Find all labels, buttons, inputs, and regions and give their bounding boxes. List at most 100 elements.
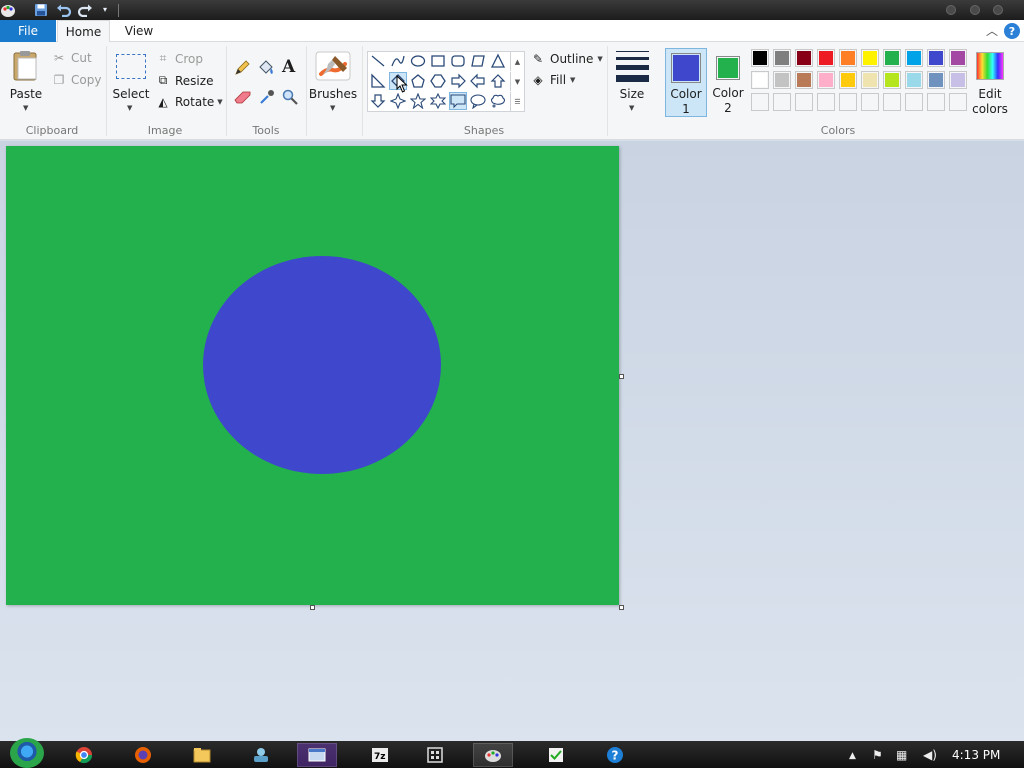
fill-bucket-icon[interactable] (257, 60, 275, 79)
palette-custom-slot[interactable] (927, 93, 945, 111)
palette-swatch[interactable] (905, 49, 923, 67)
palette-swatch[interactable] (949, 49, 967, 67)
tab-file[interactable]: File (0, 20, 56, 42)
shape-left-arrow-icon[interactable] (469, 72, 487, 90)
shape-cloud-callout-icon[interactable] (489, 92, 507, 110)
shapes-expand-icon[interactable]: ☰ (510, 92, 524, 111)
taskbar-window-icon[interactable] (297, 743, 337, 767)
taskbar-task-icon[interactable] (536, 743, 576, 767)
select-icon[interactable] (116, 54, 146, 79)
copy-button[interactable]: ❐ Copy (52, 73, 102, 87)
brushes-dropdown-icon[interactable]: ▼ (330, 104, 335, 112)
shape-oval-icon[interactable] (409, 52, 427, 70)
outline-button[interactable]: ✎ Outline ▼ (531, 52, 603, 66)
palette-swatch[interactable] (839, 49, 857, 67)
taskbar-firefox-icon[interactable] (123, 743, 163, 767)
canvas-resize-handle-corner[interactable] (619, 605, 624, 610)
canvas-resize-handle-right[interactable] (619, 374, 624, 379)
drawing-canvas[interactable] (6, 146, 619, 605)
canvas-resize-handle-bottom[interactable] (310, 605, 315, 610)
rotate-button[interactable]: ◭ Rotate ▼ (156, 95, 222, 109)
palette-custom-slot[interactable] (839, 93, 857, 111)
taskbar-windows-app-icon[interactable] (415, 743, 455, 767)
palette-swatch[interactable] (883, 49, 901, 67)
tray-network-icon[interactable]: ▦ (896, 748, 907, 762)
tab-view[interactable]: View (115, 20, 163, 42)
palette-swatch[interactable] (751, 49, 769, 67)
select-button[interactable]: Select (110, 87, 152, 101)
palette-custom-slot[interactable] (795, 93, 813, 111)
palette-swatch[interactable] (817, 71, 835, 89)
taskbar-file-explorer-icon[interactable] (182, 743, 222, 767)
cut-button[interactable]: ✂ Cut (52, 51, 92, 65)
help-button[interactable]: ? (1004, 23, 1020, 39)
select-dropdown-icon[interactable]: ▼ (127, 104, 132, 112)
brushes-button[interactable]: Brushes (308, 87, 358, 101)
crop-button[interactable]: ⌗ Crop (156, 51, 203, 66)
size-button[interactable]: Size (614, 87, 650, 101)
minimize-window-button[interactable] (946, 5, 956, 15)
palette-swatch[interactable] (773, 49, 791, 67)
palette-custom-slot[interactable] (773, 93, 791, 111)
tab-home[interactable]: Home (57, 20, 110, 43)
palette-swatch[interactable] (817, 49, 835, 67)
taskbar-chrome-icon[interactable] (64, 743, 104, 767)
eraser-icon[interactable] (234, 90, 252, 107)
paint-app-icon[interactable] (0, 2, 16, 18)
palette-swatch[interactable] (751, 71, 769, 89)
paste-button[interactable]: Paste (6, 87, 46, 101)
tray-expand-chevron-icon[interactable]: ▲ (849, 751, 856, 761)
taskbar-app-icon[interactable] (241, 743, 281, 767)
shape-right-arrow-icon[interactable] (449, 72, 467, 90)
shape-line-icon[interactable] (369, 52, 387, 70)
color2-button[interactable]: Color 2 (709, 48, 747, 117)
shape-down-arrow-icon[interactable] (369, 92, 387, 110)
save-icon[interactable] (33, 2, 49, 18)
shape-five-point-star-icon[interactable] (409, 92, 427, 110)
taskbar-7zip-icon[interactable]: 7z (360, 743, 400, 767)
palette-swatch[interactable] (927, 49, 945, 67)
shape-up-arrow-icon[interactable] (489, 72, 507, 90)
paste-icon[interactable] (12, 50, 40, 85)
edit-colors-label-2[interactable]: colors (968, 102, 1012, 116)
brushes-icon[interactable] (315, 50, 351, 85)
palette-swatch[interactable] (795, 71, 813, 89)
palette-custom-slot[interactable] (861, 93, 879, 111)
taskbar-clock[interactable]: 4:13 PM (952, 748, 1000, 762)
pencil-icon[interactable] (234, 60, 250, 79)
fill-button[interactable]: ◈ Fill ▼ (531, 73, 575, 87)
minimize-ribbon-chevron-icon[interactable]: ︿ (986, 22, 998, 39)
color-picker-icon[interactable] (259, 89, 275, 108)
palette-custom-slot[interactable] (883, 93, 901, 111)
shape-rounded-rectangle-icon[interactable] (449, 52, 467, 70)
palette-custom-slot[interactable] (905, 93, 923, 111)
maximize-window-button[interactable] (970, 5, 980, 15)
redo-icon[interactable] (77, 2, 93, 18)
undo-icon[interactable] (56, 2, 72, 18)
tray-flag-icon[interactable]: ⚑ (872, 748, 883, 762)
palette-swatch[interactable] (927, 71, 945, 89)
magnifier-icon[interactable] (282, 89, 298, 108)
shape-polygon-icon[interactable] (469, 52, 487, 70)
shape-rect-callout-icon[interactable] (449, 92, 467, 110)
palette-swatch[interactable] (773, 71, 791, 89)
edit-colors-icon[interactable] (976, 52, 1004, 80)
palette-custom-slot[interactable] (949, 93, 967, 111)
taskbar-paint-icon[interactable] (473, 743, 513, 767)
shape-hexagon-icon[interactable] (429, 72, 447, 90)
shape-pentagon-icon[interactable] (409, 72, 427, 90)
palette-swatch[interactable] (861, 71, 879, 89)
close-window-button[interactable] (993, 5, 1003, 15)
color1-button[interactable]: Color 1 (665, 48, 707, 117)
text-tool-icon[interactable]: A (282, 57, 295, 77)
shape-six-point-star-icon[interactable] (429, 92, 447, 110)
palette-swatch[interactable] (795, 49, 813, 67)
size-dropdown-icon[interactable]: ▼ (629, 104, 634, 112)
shapes-scroll-down-icon[interactable]: ▼ (510, 72, 524, 91)
palette-custom-slot[interactable] (817, 93, 835, 111)
shape-right-triangle-icon[interactable] (369, 72, 387, 90)
paste-dropdown-icon[interactable]: ▼ (23, 104, 28, 112)
palette-swatch[interactable] (839, 71, 857, 89)
shape-curve-icon[interactable] (389, 52, 407, 70)
resize-button[interactable]: ⧉ Resize (156, 73, 214, 88)
